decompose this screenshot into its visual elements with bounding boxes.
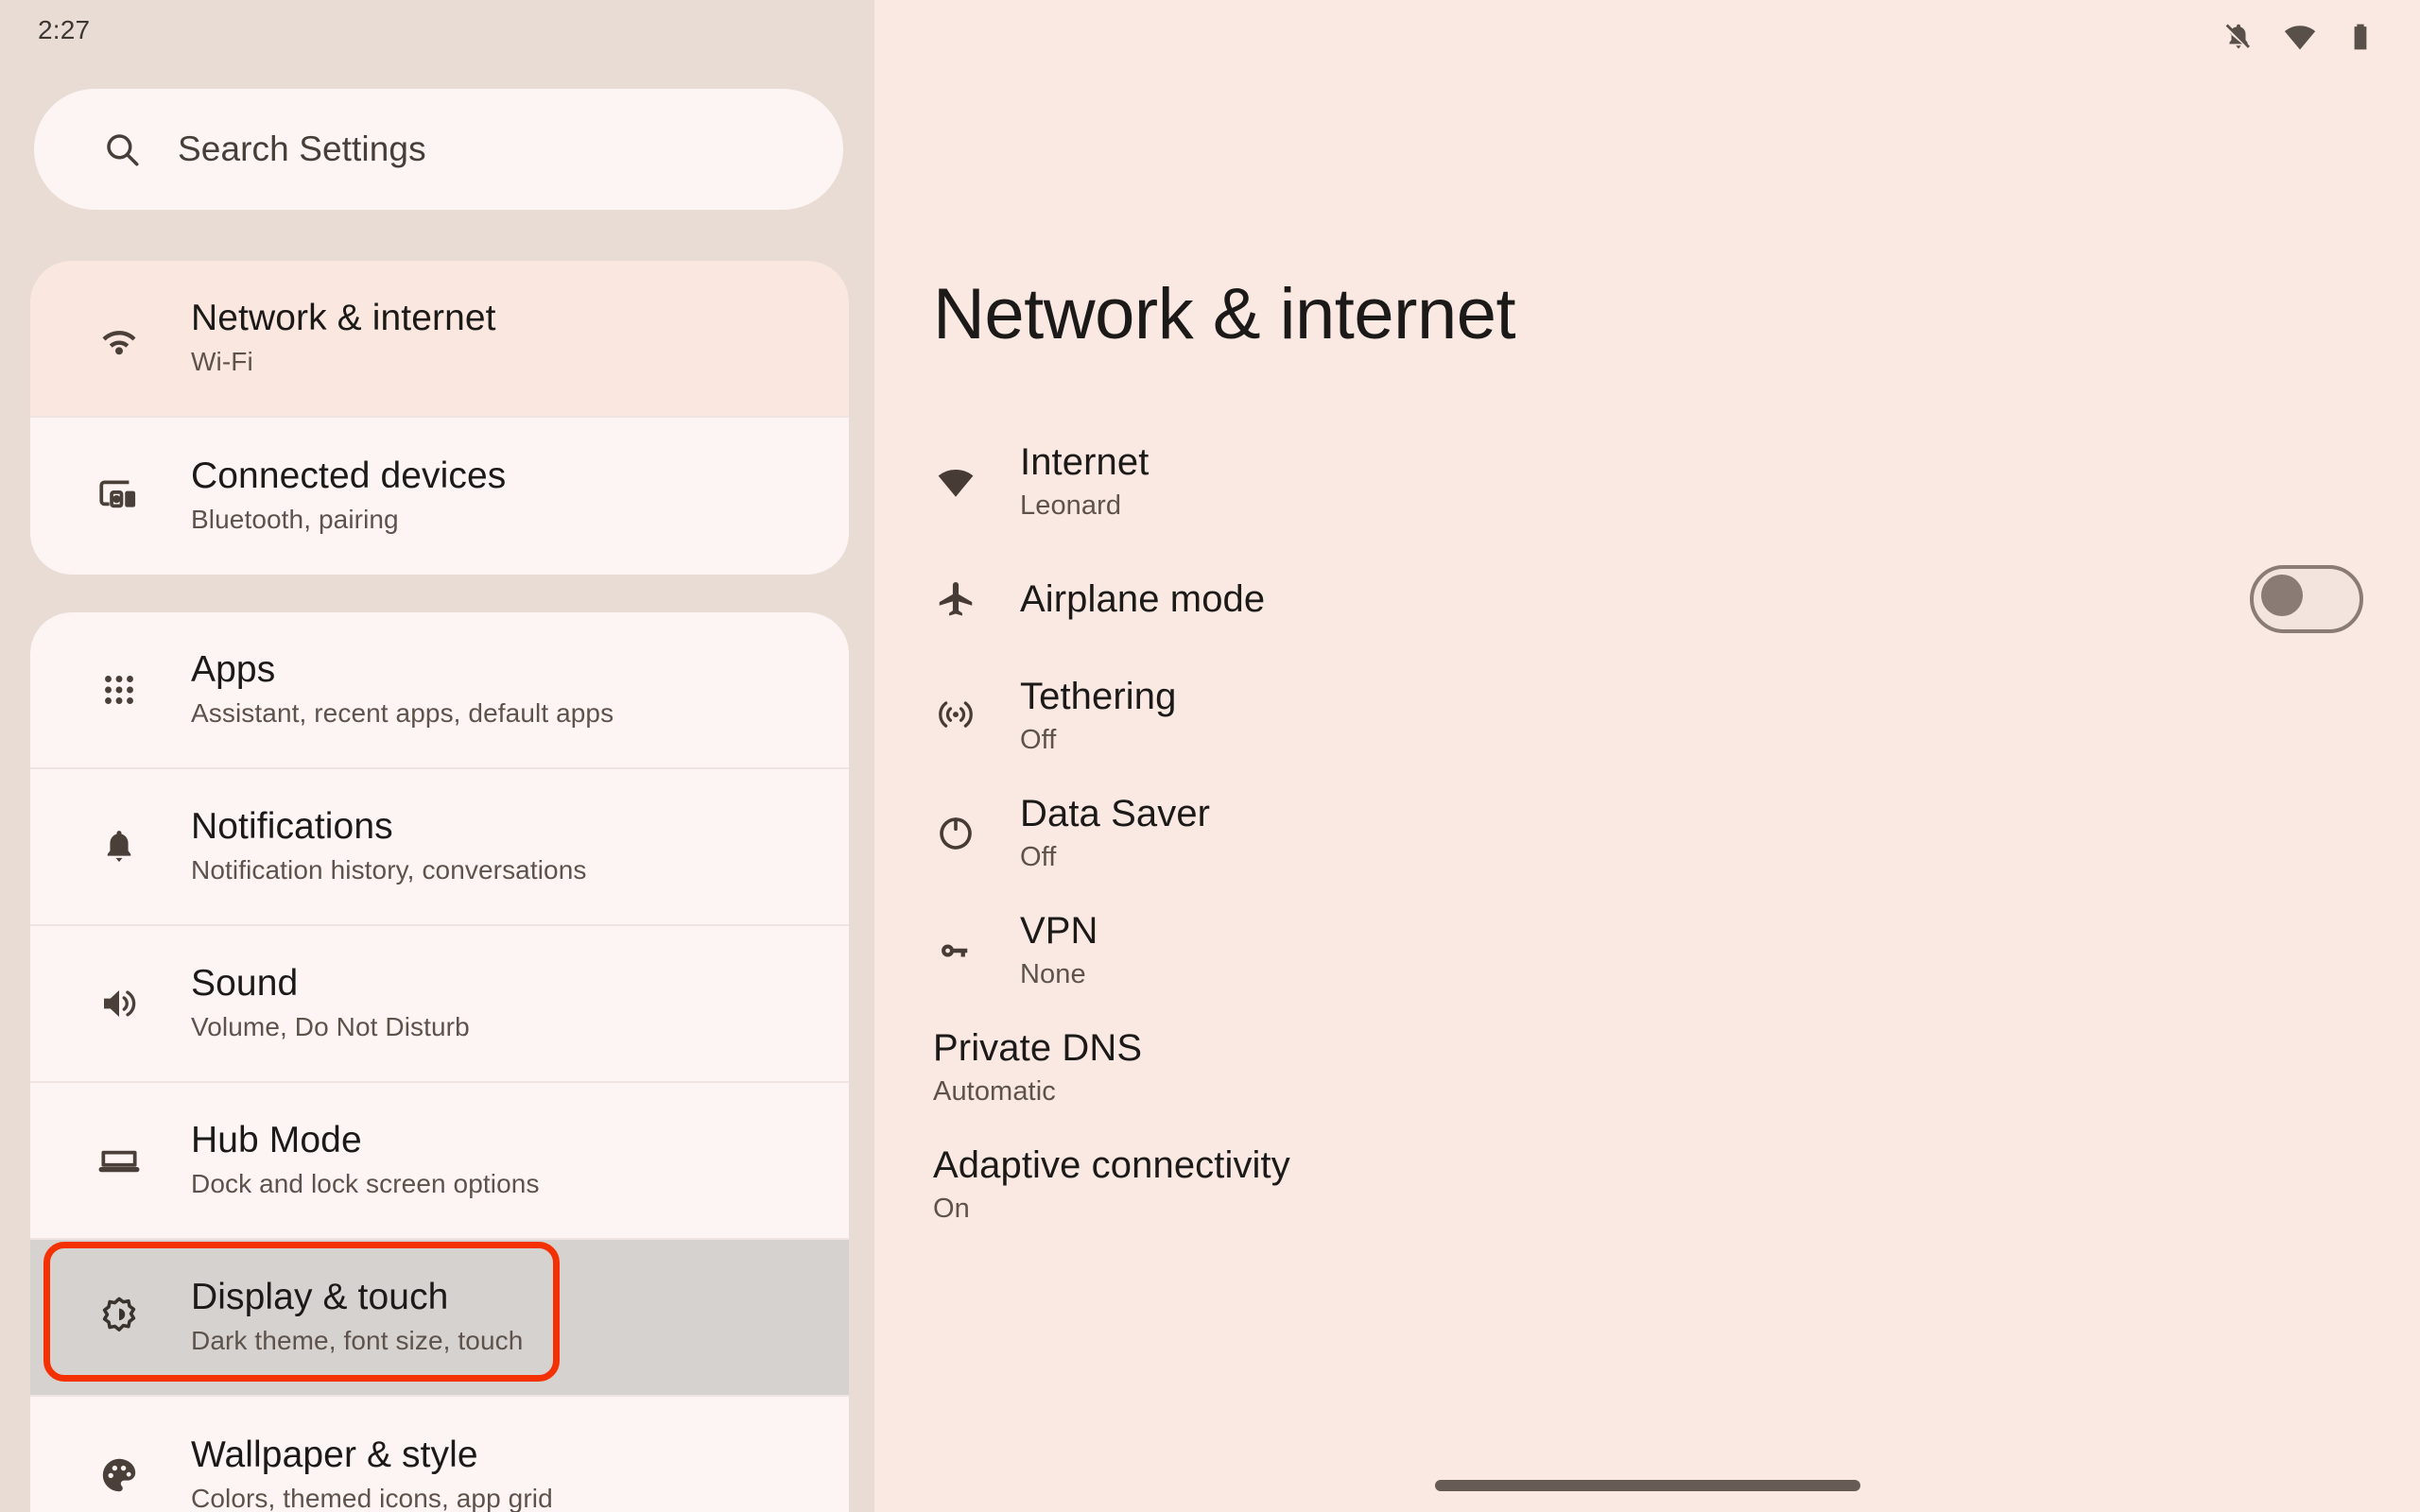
sidebar-group-network: Network & internet Wi-Fi Connected devic… <box>30 261 849 575</box>
sidebar-item-subtitle: Bluetooth, pairing <box>191 505 399 534</box>
connected-devices-icon <box>95 472 144 521</box>
setting-subtitle: On <box>933 1194 970 1224</box>
setting-subtitle: Automatic <box>933 1076 1056 1107</box>
key-icon <box>933 928 978 973</box>
sidebar-item-hub-mode[interactable]: Hub Mode Dock and lock screen options <box>30 1083 849 1240</box>
sidebar-item-title: Apps <box>191 649 276 690</box>
setting-title: VPN <box>1020 910 1098 952</box>
sidebar-item-subtitle: Dark theme, font size, touch <box>191 1326 524 1355</box>
sidebar-item-title: Sound <box>191 963 299 1004</box>
sidebar-item-text: Connected devices Bluetooth, pairing <box>191 455 506 538</box>
sidebar-item-display-touch[interactable]: Display & touch Dark theme, font size, t… <box>30 1240 849 1397</box>
sidebar-item-subtitle: Colors, themed icons, app grid <box>191 1484 553 1512</box>
sidebar-item-title: Wallpaper & style <box>191 1435 478 1475</box>
setting-row-text: Data Saver Off <box>1020 791 2363 876</box>
sidebar-item-text: Wallpaper & style Colors, themed icons, … <box>191 1434 553 1512</box>
battery-icon <box>2344 21 2377 53</box>
setting-title: Internet <box>1020 441 1150 483</box>
tethering-icon <box>933 694 978 739</box>
page-title: Network & internet <box>933 274 1516 354</box>
setting-subtitle: Off <box>1020 842 1057 872</box>
sidebar-item-wallpaper-style[interactable]: Wallpaper & style Colors, themed icons, … <box>30 1397 849 1512</box>
setting-row-tethering[interactable]: Tethering Off <box>874 658 2420 775</box>
setting-row-text: Internet Leonard <box>1020 439 2363 524</box>
sidebar-item-text: Apps Assistant, recent apps, default app… <box>191 648 614 731</box>
setting-row-text: Tethering Off <box>1020 674 2363 759</box>
sidebar-item-subtitle: Notification history, conversations <box>191 855 587 885</box>
setting-row-text: Private DNS Automatic <box>933 1025 2363 1110</box>
setting-subtitle: Off <box>1020 725 1057 755</box>
wifi-icon <box>95 314 144 363</box>
sidebar-item-network-internet[interactable]: Network & internet Wi-Fi <box>30 261 849 418</box>
status-bar-clock: 2:27 <box>38 15 91 44</box>
settings-app-window: 2:27 Search Settings Network & internet … <box>0 0 2420 1512</box>
sidebar-item-subtitle: Volume, Do Not Disturb <box>191 1012 470 1041</box>
setting-row-internet[interactable]: Internet Leonard <box>874 423 2420 541</box>
wifi-filled-icon <box>933 459 978 505</box>
notifications-off-icon <box>2221 20 2256 54</box>
setting-row-text: Airplane mode <box>1020 576 2250 622</box>
brightness-icon <box>95 1293 144 1342</box>
setting-row-text: Adaptive connectivity On <box>933 1143 2363 1228</box>
sidebar-item-notifications[interactable]: Notifications Notification history, conv… <box>30 769 849 926</box>
status-bar-icons <box>2221 19 2377 55</box>
sidebar-item-text: Hub Mode Dock and lock screen options <box>191 1119 540 1202</box>
airplane-icon <box>933 576 978 622</box>
setting-row-private-dns[interactable]: Private DNS Automatic <box>874 1009 2420 1126</box>
sidebar-item-text: Network & internet Wi-Fi <box>191 297 496 380</box>
setting-row-vpn[interactable]: VPN None <box>874 892 2420 1009</box>
sidebar-item-title: Connected devices <box>191 455 507 496</box>
setting-row-text: VPN None <box>1020 908 2363 993</box>
sidebar-item-subtitle: Wi-Fi <box>191 347 253 376</box>
sidebar-item-title: Display & touch <box>191 1277 449 1317</box>
gesture-nav-handle[interactable] <box>1434 1480 1860 1491</box>
sidebar-item-title: Network & internet <box>191 298 496 338</box>
monitor-icon <box>95 1136 144 1185</box>
setting-title: Tethering <box>1020 676 1177 717</box>
apps-grid-icon <box>95 665 144 714</box>
sidebar-item-text: Notifications Notification history, conv… <box>191 805 587 888</box>
sidebar-item-subtitle: Assistant, recent apps, default apps <box>191 698 614 728</box>
setting-title: Data Saver <box>1020 793 1211 834</box>
sidebar-item-title: Hub Mode <box>191 1120 362 1160</box>
sidebar-group-system: Apps Assistant, recent apps, default app… <box>30 612 849 1512</box>
search-icon <box>102 129 142 169</box>
settings-sidebar: 2:27 Search Settings Network & internet … <box>0 0 874 1512</box>
sidebar-item-text: Sound Volume, Do Not Disturb <box>191 962 470 1045</box>
setting-row-adaptive-connectivity[interactable]: Adaptive connectivity On <box>874 1126 2420 1244</box>
settings-detail-panel: Network & internet Internet Leonard Airp… <box>874 0 2420 1512</box>
setting-row-data-saver[interactable]: Data Saver Off <box>874 775 2420 892</box>
sidebar-item-connected-devices[interactable]: Connected devices Bluetooth, pairing <box>30 418 849 575</box>
palette-icon <box>95 1451 144 1500</box>
sidebar-item-subtitle: Dock and lock screen options <box>191 1169 540 1198</box>
sidebar-item-title: Notifications <box>191 806 393 847</box>
setting-subtitle: Leonard <box>1020 490 1122 521</box>
toggle-knob <box>2261 575 2303 616</box>
setting-row-airplane-mode[interactable]: Airplane mode <box>874 541 2420 658</box>
airplane-mode-toggle[interactable] <box>2250 565 2363 633</box>
sidebar-item-apps[interactable]: Apps Assistant, recent apps, default app… <box>30 612 849 769</box>
setting-title: Airplane mode <box>1020 578 1266 620</box>
data-saver-icon <box>933 811 978 856</box>
search-input[interactable]: Search Settings <box>34 89 843 210</box>
setting-title: Private DNS <box>933 1027 1143 1069</box>
speaker-icon <box>95 979 144 1028</box>
sidebar-item-sound[interactable]: Sound Volume, Do Not Disturb <box>30 926 849 1083</box>
sidebar-item-text: Display & touch Dark theme, font size, t… <box>191 1276 523 1359</box>
bell-icon <box>95 822 144 871</box>
setting-title: Adaptive connectivity <box>933 1144 1290 1186</box>
setting-subtitle: None <box>1020 959 1086 989</box>
search-placeholder-text: Search Settings <box>178 129 426 168</box>
settings-list: Internet Leonard Airplane mode Tethering… <box>874 423 2420 1244</box>
wifi-icon <box>2282 19 2318 55</box>
